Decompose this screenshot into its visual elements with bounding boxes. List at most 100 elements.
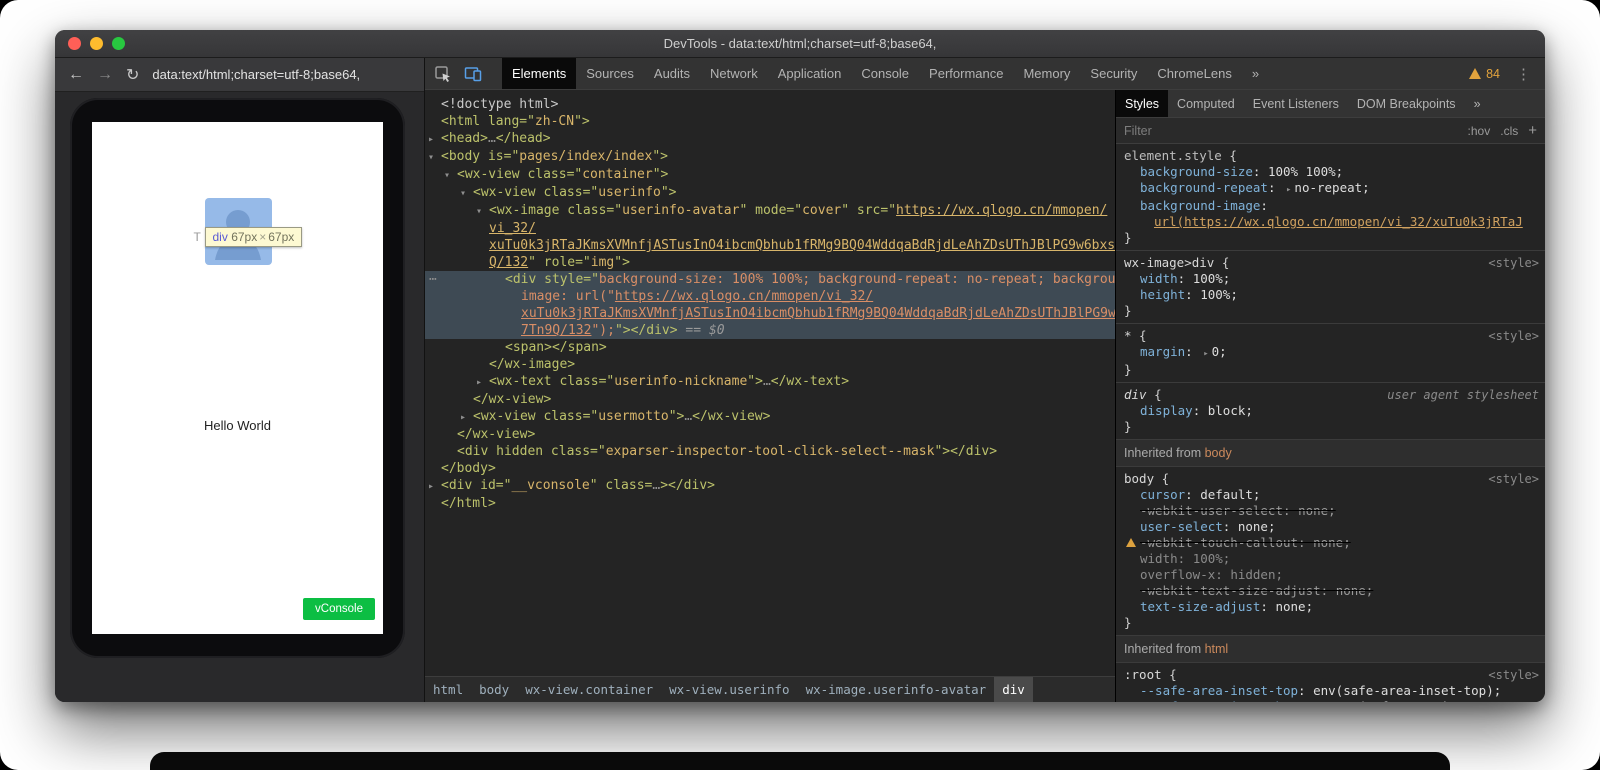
expand-shorthand-icon[interactable]: ▸ — [1286, 185, 1291, 195]
dom-tree-line[interactable]: ▸<head>…</head> — [425, 130, 1115, 148]
url-link[interactable]: xuTu0k3jRTaJKmsXVMnfjASTusInO4ibcmQbhub1… — [489, 238, 1115, 253]
dom-tree-line[interactable]: vi_32/ — [425, 220, 1115, 237]
dom-tree-line[interactable]: ▾<body is="pages/index/index"> — [425, 148, 1115, 166]
dom-tree-line[interactable]: ▸<wx-view class="usermotto">…</wx-view> — [425, 408, 1115, 426]
console-warnings-badge[interactable]: 84 — [1469, 67, 1500, 81]
zoom-window-button[interactable] — [112, 37, 125, 50]
style-property[interactable]: -webkit-user-select: none; — [1124, 503, 1539, 519]
url-link[interactable]: 7Tn9Q/132 — [521, 323, 591, 338]
more-options-icon[interactable]: ⋮ — [1516, 65, 1531, 83]
dom-tree-line[interactable]: ▸<wx-text class="userinfo-nickname">…</w… — [425, 373, 1115, 391]
forward-icon[interactable]: → — [97, 66, 113, 84]
breadcrumb-item-wx-view-container[interactable]: wx-view.container — [517, 677, 661, 702]
style-property[interactable]: width: 100%; — [1124, 551, 1539, 567]
dom-tree-line[interactable]: <!doctype html> — [425, 96, 1115, 113]
style-origin-link[interactable]: <style> — [1488, 255, 1539, 271]
style-property[interactable]: overflow-x: hidden; — [1124, 567, 1539, 583]
tab-network[interactable]: Network — [700, 58, 768, 89]
collapse-arrow-icon[interactable]: ▾ — [476, 203, 489, 220]
minimize-window-button[interactable] — [90, 37, 103, 50]
url-link[interactable]: https://wx.qlogo.cn/mmopen/vi_32/ — [615, 289, 873, 304]
dom-tree-line[interactable]: ⋯<div style="background-size: 100% 100%;… — [425, 271, 1115, 288]
dom-tree-line[interactable]: </wx-view> — [425, 391, 1115, 408]
style-property[interactable]: user-select: none; — [1124, 519, 1539, 535]
class-toggle[interactable]: .cls — [1500, 124, 1518, 138]
expand-shorthand-icon[interactable]: ▸ — [1203, 349, 1208, 359]
style-property[interactable]: -webkit-touch-callout: none; — [1124, 535, 1539, 551]
vconsole-button[interactable]: vConsole — [303, 598, 375, 620]
tab-audits[interactable]: Audits — [644, 58, 700, 89]
url-text[interactable]: data:text/html;charset=utf-8;base64, — [152, 67, 360, 82]
device-toolbar-icon[interactable] — [460, 62, 486, 86]
dom-tree-line[interactable]: </wx-image> — [425, 356, 1115, 373]
back-icon[interactable]: ← — [68, 66, 84, 84]
hover-state-toggle[interactable]: :hov — [1468, 124, 1491, 138]
inspect-element-icon[interactable] — [430, 62, 456, 86]
rule-selector[interactable]: body — [1124, 471, 1154, 486]
tab-dom-breakpoints[interactable]: DOM Breakpoints — [1348, 90, 1465, 117]
tab-application[interactable]: Application — [768, 58, 852, 89]
dom-tree-line[interactable]: </wx-view> — [425, 426, 1115, 443]
url-link[interactable]: xuTu0k3jRTaJKmsXVMnfjASTusInO4ibcmQbhub1… — [521, 306, 1115, 321]
tab-security[interactable]: Security — [1080, 58, 1147, 89]
dom-tree-line[interactable]: Q/132" role="img"> — [425, 254, 1115, 271]
styles-filter-input[interactable] — [1124, 124, 1458, 138]
style-property[interactable]: -webkit-text-size-adjust: none; — [1124, 583, 1539, 599]
inherited-node-link[interactable]: html — [1205, 642, 1229, 656]
expand-arrow-icon[interactable]: ▸ — [460, 409, 473, 426]
style-origin-link[interactable]: user agent stylesheet — [1387, 387, 1539, 403]
breadcrumb-item-body[interactable]: body — [471, 677, 517, 702]
dom-tree-line[interactable]: </body> — [425, 460, 1115, 477]
style-property[interactable]: --safe-area-inset-bottom: env(safe-area-… — [1124, 699, 1539, 702]
style-property[interactable]: background-image: — [1124, 198, 1539, 214]
style-property[interactable]: background-size: 100% 100%; — [1124, 164, 1539, 180]
rule-selector[interactable]: wx-image>div — [1124, 255, 1214, 270]
overflow-tabs-icon[interactable]: » — [1465, 90, 1490, 117]
dom-tree-line[interactable]: xuTu0k3jRTaJKmsXVMnfjASTusInO4ibcmQbhub1… — [425, 305, 1115, 322]
url-link[interactable]: url(https://wx.qlogo.cn/mmopen/vi_32/xuT… — [1154, 214, 1523, 229]
collapse-arrow-icon[interactable]: ▾ — [460, 185, 473, 202]
tab-sources[interactable]: Sources — [576, 58, 644, 89]
expand-arrow-icon[interactable]: ▸ — [428, 131, 441, 148]
url-link[interactable]: Q/132 — [489, 255, 528, 270]
tab-console[interactable]: Console — [851, 58, 919, 89]
dom-tree-line[interactable]: 7Tn9Q/132");"></div> == $0 — [425, 322, 1115, 339]
tab-elements[interactable]: Elements — [502, 58, 576, 89]
reload-icon[interactable]: ↻ — [126, 65, 139, 85]
tab-chromelens[interactable]: ChromeLens — [1147, 58, 1241, 89]
rule-selector[interactable]: element.style — [1124, 148, 1222, 163]
dom-tree-line[interactable]: xuTu0k3jRTaJKmsXVMnfjASTusInO4ibcmQbhub1… — [425, 237, 1115, 254]
style-property[interactable]: --safe-area-inset-top: env(safe-area-ins… — [1124, 683, 1539, 699]
style-origin-link[interactable]: <style> — [1488, 471, 1539, 487]
collapse-arrow-icon[interactable]: ▾ — [444, 167, 457, 184]
style-property[interactable]: height: 100%; — [1124, 287, 1539, 303]
style-property[interactable]: display: block; — [1124, 403, 1539, 419]
style-property[interactable]: margin: ▸0; — [1124, 344, 1539, 362]
tab-event-listeners[interactable]: Event Listeners — [1244, 90, 1348, 117]
collapse-arrow-icon[interactable]: ▾ — [428, 149, 441, 166]
tab-performance[interactable]: Performance — [919, 58, 1013, 89]
style-origin-link[interactable]: <style> — [1488, 328, 1539, 344]
style-property[interactable]: width: 100%; — [1124, 271, 1539, 287]
style-property[interactable]: background-repeat: ▸no-repeat; — [1124, 180, 1539, 198]
dom-tree-line[interactable]: image: url("https://wx.qlogo.cn/mmopen/v… — [425, 288, 1115, 305]
style-origin-link[interactable]: <style> — [1488, 667, 1539, 683]
dom-tree-line[interactable]: ▾<wx-view class="container"> — [425, 166, 1115, 184]
tab-styles[interactable]: Styles — [1116, 90, 1168, 117]
url-link[interactable]: https://wx.qlogo.cn/mmopen/ — [896, 203, 1107, 218]
dom-tree-line[interactable]: </html> — [425, 495, 1115, 512]
dom-tree-line[interactable]: <div hidden class="exparser-inspector-to… — [425, 443, 1115, 460]
tab-computed[interactable]: Computed — [1168, 90, 1244, 117]
rule-selector[interactable]: :root — [1124, 667, 1162, 682]
style-property[interactable]: cursor: default; — [1124, 487, 1539, 503]
expand-arrow-icon[interactable]: ▸ — [476, 374, 489, 391]
breadcrumb-item-wx-view-userinfo[interactable]: wx-view.userinfo — [661, 677, 797, 702]
style-property-value[interactable]: url(https://wx.qlogo.cn/mmopen/vi_32/xuT… — [1124, 214, 1539, 230]
overflow-tabs-icon[interactable]: » — [1242, 58, 1269, 89]
dom-tree-line[interactable]: ▾<wx-view class="userinfo"> — [425, 184, 1115, 202]
style-property[interactable]: text-size-adjust: none; — [1124, 599, 1539, 615]
tab-memory[interactable]: Memory — [1013, 58, 1080, 89]
breadcrumb-item-div[interactable]: div — [994, 677, 1033, 702]
rule-selector[interactable]: div — [1124, 387, 1147, 402]
inherited-node-link[interactable]: body — [1205, 446, 1232, 460]
